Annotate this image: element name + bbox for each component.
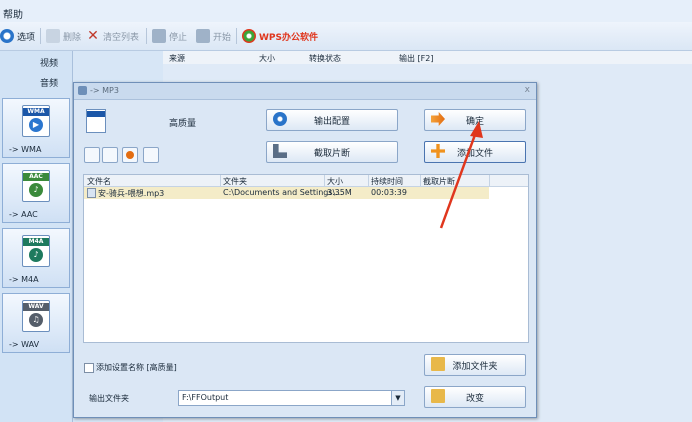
annotation-arrow [439,121,483,229]
annotation-arrow-line [439,131,478,229]
annotation-arrow-head [470,121,483,138]
